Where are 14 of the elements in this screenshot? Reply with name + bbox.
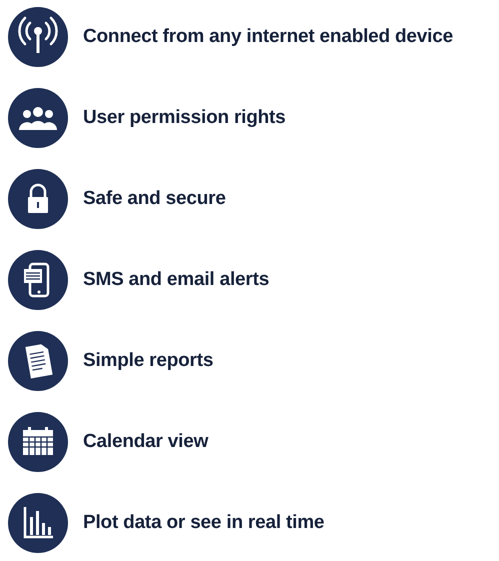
- calendar-icon: [8, 412, 68, 472]
- phone-message-icon: [8, 250, 68, 310]
- feature-label: User permission rights: [83, 106, 286, 130]
- feature-label: SMS and email alerts: [83, 268, 270, 292]
- wireless-signal-icon: [8, 7, 68, 67]
- feature-label: Calendar view: [83, 430, 208, 454]
- people-group-icon: [8, 88, 68, 148]
- feature-label: Connect from any internet enabled device: [83, 24, 453, 49]
- feature-label: Safe and secure: [83, 186, 226, 211]
- document-icon: [8, 331, 68, 391]
- feature-label: Plot data or see in real time: [83, 510, 324, 535]
- bar-chart-icon: [8, 493, 68, 553]
- feature-label: Simple reports: [83, 348, 214, 373]
- padlock-icon: [8, 169, 68, 229]
